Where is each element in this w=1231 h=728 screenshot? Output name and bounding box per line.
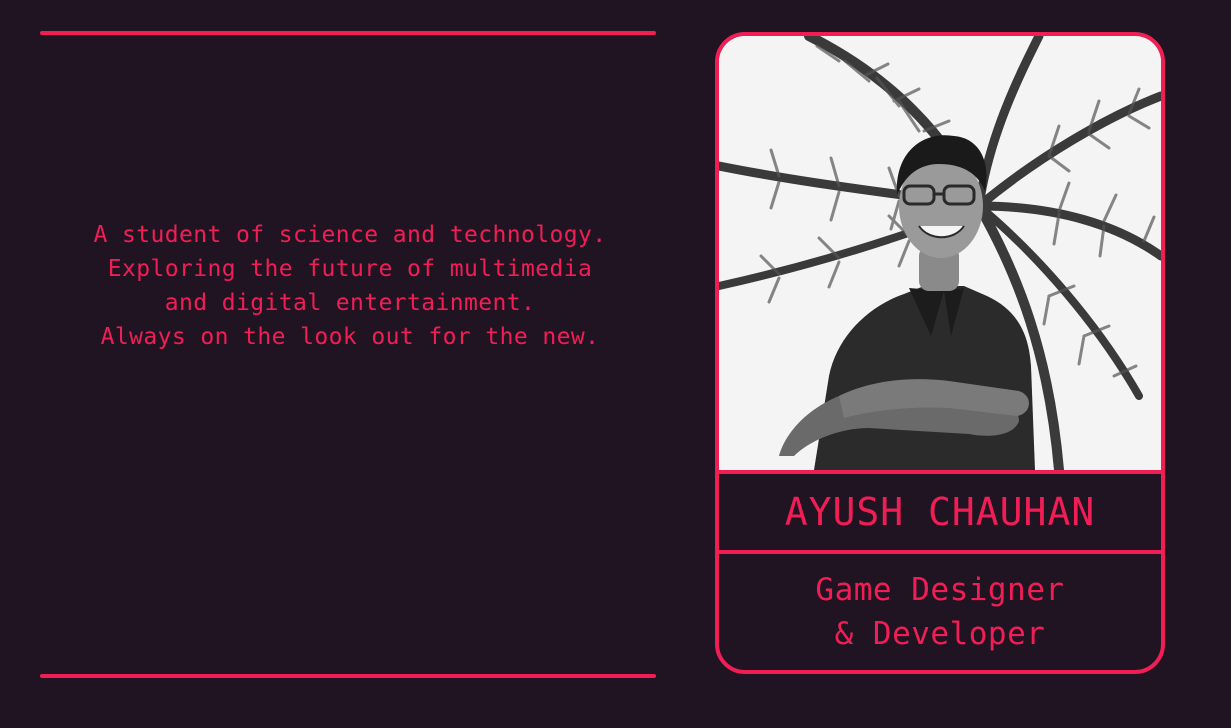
bottom-divider: [40, 674, 656, 678]
role-line: & Developer: [834, 616, 1046, 652]
profile-role: Game Designer & Developer: [719, 554, 1161, 670]
bio-line: Always on the look out for the new.: [100, 324, 600, 350]
profile-card: AYUSH CHAUHAN Game Designer & Developer: [715, 32, 1165, 674]
bio-line: Exploring the future of multimedia: [107, 256, 593, 282]
role-line: Game Designer: [815, 572, 1065, 608]
profile-photo: [719, 36, 1161, 470]
page: A student of science and technology. Exp…: [0, 0, 1231, 728]
profile-name: AYUSH CHAUHAN: [784, 490, 1096, 534]
bio-line: A student of science and technology.: [93, 222, 607, 248]
bio-text: A student of science and technology. Exp…: [18, 218, 682, 354]
top-divider: [40, 31, 656, 35]
name-band: AYUSH CHAUHAN: [719, 470, 1161, 554]
bio-line: and digital entertainment.: [164, 290, 536, 316]
